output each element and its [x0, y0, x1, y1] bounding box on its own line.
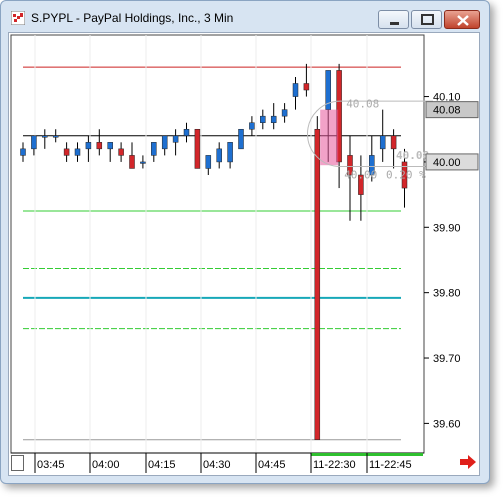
- candle-body[interactable]: [314, 128, 321, 440]
- x-tick-label: 04:00: [92, 459, 120, 471]
- close-icon: [457, 15, 469, 26]
- candle-body[interactable]: [249, 122, 255, 130]
- candle-body[interactable]: [303, 83, 310, 91]
- price-chart[interactable]: 40.0840.000.20 %40.0840.1040.0039.9039.8…: [9, 33, 479, 475]
- candle-body[interactable]: [227, 142, 233, 163]
- candle-body[interactable]: [390, 135, 397, 150]
- title-bar[interactable]: S.PYPL - PayPal Holdings, Inc., 3 Min: [1, 1, 489, 33]
- x-tick-label: 11-22:45: [369, 459, 412, 471]
- candle-body[interactable]: [379, 135, 386, 150]
- candle-body[interactable]: [118, 148, 124, 156]
- candle-body[interactable]: [260, 115, 266, 123]
- candle-body[interactable]: [85, 142, 92, 150]
- candle-body[interactable]: [183, 128, 190, 137]
- x-tick-label: 04:45: [258, 459, 286, 471]
- y-tick-label: 39.90: [433, 222, 461, 234]
- highlight-box: [320, 109, 339, 166]
- minimize-button[interactable]: [378, 10, 409, 29]
- price-tag-label: 40.08: [433, 105, 461, 117]
- x-tick-label: 03:45: [37, 459, 65, 471]
- x-tick-label: 04:15: [148, 459, 176, 471]
- price-tag-label: 40.00: [433, 157, 461, 169]
- y-tick-label: 39.80: [433, 288, 461, 300]
- minimize-icon: [390, 22, 399, 25]
- corner-box[interactable]: [11, 455, 24, 471]
- candle-body[interactable]: [205, 155, 212, 169]
- candle-body[interactable]: [74, 148, 81, 156]
- candle-body[interactable]: [194, 128, 201, 169]
- candle-body[interactable]: [292, 83, 299, 97]
- candle-body[interactable]: [161, 135, 168, 150]
- candle-body[interactable]: [20, 148, 26, 156]
- chart-area[interactable]: 40.0840.000.20 %40.0840.1040.0039.9039.8…: [8, 32, 480, 476]
- candle-body[interactable]: [216, 148, 222, 163]
- scroll-right-arrow-icon[interactable]: [459, 455, 477, 469]
- candle-body[interactable]: [238, 128, 244, 150]
- faded-price-label: 40.08: [396, 149, 429, 162]
- candle-body[interactable]: [42, 135, 48, 138]
- maximize-button[interactable]: [411, 10, 442, 29]
- candle-body[interactable]: [140, 161, 146, 164]
- x-tick-label: 04:30: [203, 459, 231, 471]
- x-tick-label: 11-22:30: [313, 459, 356, 471]
- candle-body[interactable]: [172, 135, 179, 143]
- overlay-pct-label: 0.20 %: [386, 168, 426, 181]
- candle-body[interactable]: [129, 155, 135, 169]
- candle-body[interactable]: [151, 142, 157, 156]
- candle-body[interactable]: [270, 115, 277, 123]
- candle-body[interactable]: [31, 135, 37, 150]
- window-title: S.PYPL - PayPal Holdings, Inc., 3 Min: [31, 11, 234, 25]
- overlay-label-high: 40.08: [346, 98, 379, 111]
- candle-body[interactable]: [96, 142, 103, 150]
- y-tick-label: 39.70: [433, 353, 461, 365]
- candle-body[interactable]: [107, 142, 113, 150]
- overlay-label-low: 40.00: [344, 168, 377, 181]
- maximize-icon: [421, 14, 434, 25]
- chart-app-icon: [11, 11, 25, 25]
- candle-body[interactable]: [63, 148, 70, 156]
- chart-window: S.PYPL - PayPal Holdings, Inc., 3 Min 40…: [0, 0, 490, 484]
- candle-body[interactable]: [281, 109, 288, 117]
- y-tick-label: 39.60: [433, 418, 461, 430]
- candle-body[interactable]: [52, 135, 59, 138]
- close-button[interactable]: [444, 10, 480, 29]
